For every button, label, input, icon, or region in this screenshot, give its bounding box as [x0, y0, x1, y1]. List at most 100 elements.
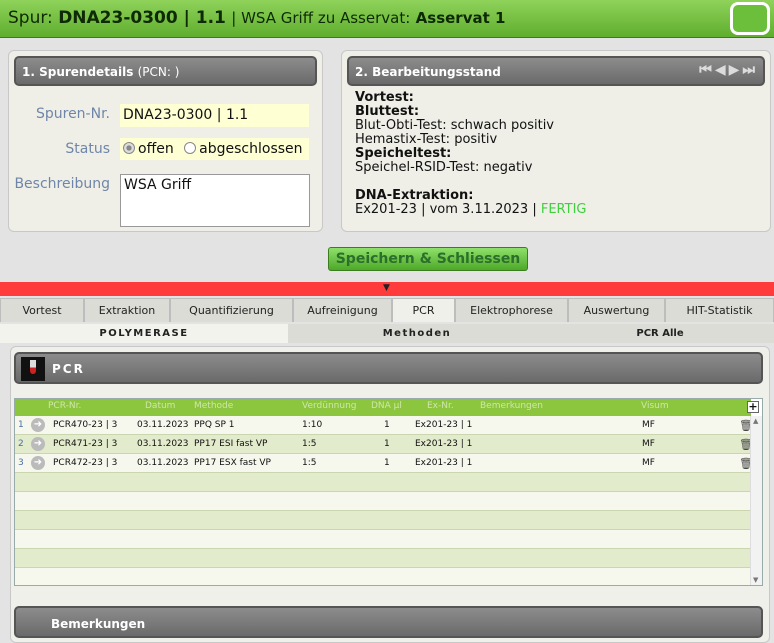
status-abgeschlossen-label: abgeschlossen: [199, 141, 303, 157]
row-number: 2: [18, 439, 24, 449]
status-abgeschlossen-radio[interactable]: abgeschlossen: [184, 141, 303, 157]
title-mid: | WSA Griff zu Asservat:: [231, 9, 411, 27]
subtab-pcr-alle[interactable]: PCR Alle: [546, 324, 774, 343]
tab-elektrophorese[interactable]: Elektrophorese: [455, 298, 568, 322]
tab-aufreinigung[interactable]: Aufreinigung: [293, 298, 392, 322]
cell-ex-nr: Ex201-23 | 1: [415, 420, 473, 430]
row-number: 1: [18, 420, 24, 430]
header-action-button[interactable]: [730, 2, 770, 35]
cell-visum: MF: [642, 439, 655, 449]
speicheltest-heading: Speicheltest:: [355, 146, 452, 161]
scroll-up-icon[interactable]: ▲: [753, 417, 758, 425]
col-ex-nr[interactable]: Ex-Nr.: [427, 401, 454, 411]
grid-scrollbar[interactable]: ▲ ▼: [750, 416, 762, 585]
col-datum[interactable]: Datum: [145, 401, 175, 411]
collapse-arrow-icon[interactable]: ▼: [383, 283, 390, 293]
col-pcr-nr[interactable]: PCR-Nr.: [48, 401, 81, 411]
cell-verduennung: 1:5: [302, 439, 317, 449]
scroll-down-icon[interactable]: ▼: [753, 576, 758, 584]
subtab-polymerase[interactable]: POLYMERASE: [0, 324, 288, 343]
empty-row: [15, 549, 751, 568]
spur-id: DNA23-0300 | 1.1: [58, 8, 226, 28]
cell-pcr-nr: PCR472-23 | 3: [53, 458, 118, 468]
bluttest-heading: Bluttest:: [355, 104, 420, 119]
beschreibung-textarea[interactable]: WSA Griff: [120, 174, 310, 227]
tab-quantifizierung[interactable]: Quantifizierung: [170, 298, 293, 322]
cell-ex-nr: Ex201-23 | 1: [415, 439, 473, 449]
cell-verduennung: 1:10: [302, 420, 323, 430]
empty-row: [15, 530, 751, 549]
tab-vortest[interactable]: Vortest: [0, 298, 84, 322]
page-title: Spur: DNA23-0300 | 1.1 | WSA Griff zu As…: [8, 8, 505, 28]
bearbeitungsstand-title: 2. Bearbeitungsstand: [355, 65, 501, 79]
empty-row: [15, 511, 751, 530]
status-label: Status: [65, 141, 110, 157]
cell-verduennung: 1:5: [302, 458, 317, 468]
extraction-info: Ex201-23 | vom 3.11.2023 |: [355, 202, 537, 217]
pcr-section-title: PCR: [52, 362, 85, 376]
cell-pcr-nr: PCR470-23 | 3: [53, 420, 118, 430]
col-dna-ul[interactable]: DNA µl: [371, 401, 402, 411]
col-verduennung[interactable]: Verdünnung: [302, 401, 356, 411]
add-row-button[interactable]: +: [747, 401, 759, 413]
cell-datum: 03.11.2023: [137, 439, 189, 449]
open-arrow-icon[interactable]: ➜: [31, 437, 45, 451]
cell-datum: 03.11.2023: [137, 458, 189, 468]
vortest-heading: Vortest:: [355, 90, 414, 105]
pcr-grid: PCR-Nr. Datum Methode Verdünnung DNA µl …: [14, 398, 763, 586]
main-tabs: Vortest Extraktion Quantifizierung Aufre…: [0, 298, 774, 322]
tab-auswertung[interactable]: Auswertung: [568, 298, 665, 322]
table-row[interactable]: 3 ➜ PCR472-23 | 3 03.11.2023 PP17 ESX fa…: [15, 454, 753, 473]
empty-row: [15, 473, 751, 492]
pcn-label: (PCN: ): [137, 65, 180, 79]
last-record-icon[interactable]: ⏭: [742, 62, 755, 78]
spurendetails-header: 1. Spurendetails (PCN: ): [14, 56, 317, 86]
save-close-button[interactable]: Speichern & Schliessen: [328, 247, 528, 271]
sub-tabs: POLYMERASE Methoden PCR Alle: [0, 324, 774, 343]
tab-hit-statistik[interactable]: HIT-Statistik: [665, 298, 774, 322]
bearbeitungsstand-header: 2. Bearbeitungsstand ⏮ ◀ ▶ ⏭: [347, 56, 765, 86]
hemastix-result: Hemastix-Test: positiv: [355, 132, 498, 147]
cell-methode: PP17 ESX fast VP: [194, 458, 271, 468]
subtab-methoden[interactable]: Methoden: [288, 324, 546, 343]
empty-row: [15, 492, 751, 511]
status-radio-group: offen abgeschlossen: [120, 138, 309, 160]
test-tube-icon: [21, 357, 45, 381]
cell-dna-ul: 1: [384, 439, 390, 449]
open-arrow-icon[interactable]: ➜: [31, 418, 45, 432]
empty-row: [15, 568, 751, 585]
col-bemerkungen[interactable]: Bemerkungen: [480, 401, 543, 411]
cell-dna-ul: 1: [384, 420, 390, 430]
speichel-rsid-result: Speichel-RSID-Test: negativ: [355, 160, 533, 175]
cell-methode: PP17 ESI fast VP: [194, 439, 268, 449]
bemerkungen-header[interactable]: Bemerkungen: [14, 606, 763, 638]
status-offen-radio[interactable]: offen: [123, 141, 174, 157]
previous-record-icon[interactable]: ◀: [715, 62, 726, 78]
tab-extraktion[interactable]: Extraktion: [84, 298, 170, 322]
extraction-status: FERTIG: [540, 202, 587, 217]
spuren-nr-label: Spuren-Nr.: [35, 106, 110, 122]
bearbeitungsstand-content: Vortest: Bluttest: Blut-Obti-Test: schwa…: [355, 91, 587, 217]
first-record-icon[interactable]: ⏮: [699, 62, 712, 78]
title-prefix: Spur:: [8, 8, 53, 28]
cell-pcr-nr: PCR471-23 | 3: [53, 439, 118, 449]
record-navigation: ⏮ ◀ ▶ ⏭: [699, 62, 755, 78]
pcr-section-header: PCR: [14, 352, 763, 384]
col-visum[interactable]: Visum: [641, 401, 669, 411]
beschreibung-label: Beschreibung: [14, 176, 110, 192]
cell-visum: MF: [642, 420, 655, 430]
blut-obti-result: Blut-Obti-Test: schwach positiv: [355, 118, 554, 133]
col-methode[interactable]: Methode: [194, 401, 233, 411]
table-row[interactable]: 2 ➜ PCR471-23 | 3 03.11.2023 PP17 ESI fa…: [15, 435, 753, 454]
table-row[interactable]: 1 ➜ PCR470-23 | 3 03.11.2023 PPQ SP 1 1:…: [15, 416, 753, 435]
tab-pcr[interactable]: PCR: [392, 298, 455, 322]
cell-datum: 03.11.2023: [137, 420, 189, 430]
spuren-nr-field[interactable]: DNA23-0300 | 1.1: [120, 104, 309, 127]
cell-methode: PPQ SP 1: [194, 420, 235, 430]
cell-dna-ul: 1: [384, 458, 390, 468]
spurendetails-title: 1. Spurendetails: [22, 65, 134, 79]
next-record-icon[interactable]: ▶: [729, 62, 740, 78]
collapse-bar[interactable]: ▼: [0, 282, 774, 296]
row-number: 3: [18, 458, 24, 468]
open-arrow-icon[interactable]: ➜: [31, 456, 45, 470]
